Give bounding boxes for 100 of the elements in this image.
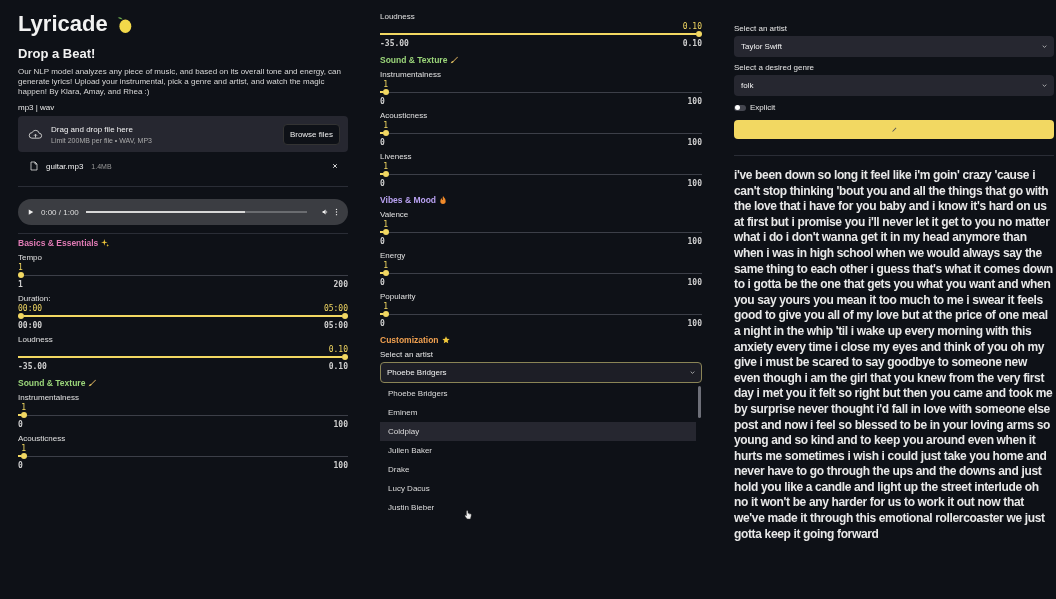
slider-max: 100 [687,278,702,287]
slider-thumb[interactable] [21,412,28,418]
section-heading: Basics & Essentials [18,238,99,248]
slider-min: -35.00 [18,362,47,371]
section-heading: Sound & Texture [18,378,86,388]
close-icon[interactable] [332,163,338,169]
slider-label: Loudness [380,12,416,21]
slider-thumb[interactable] [342,313,348,319]
slider-value: 1 [383,261,388,270]
slider-track[interactable] [18,354,348,360]
slider-thumb[interactable] [18,313,24,319]
select-label: Select an artist [734,24,788,33]
select-value: Phoebe Bridgers [387,368,447,377]
scrollbar[interactable] [698,386,701,418]
slider-track[interactable] [380,171,702,177]
slider-label: Loudness [18,335,54,344]
slider-min: 0 [380,179,385,188]
dropdown-option[interactable]: Drake [380,460,696,479]
uploader-label: mp3 | wav [18,103,56,112]
sparkles-icon [101,239,110,247]
dropdown-option[interactable]: Eminem [380,403,696,422]
slider-value: 1 [18,263,23,272]
brush-icon [88,379,97,387]
pointer-cursor-icon [464,510,472,520]
slider-label: Acousticness [380,111,429,120]
slider-label: Valence [380,210,410,219]
select-value: folk [741,81,754,90]
section-heading: Sound & Texture [380,55,448,65]
slider-max: 100 [687,319,702,328]
slider-thumb[interactable] [383,229,390,235]
dropdown-option[interactable]: Lucy Dacus [380,479,696,498]
dropdown-select[interactable]: folk [734,75,1054,96]
slider-value: 0.10 [328,345,348,354]
slider-min: 0 [18,461,23,470]
slider-min: -35.00 [380,39,409,48]
slider-min: 0 [18,420,23,429]
slider-thumb[interactable] [342,354,348,360]
slider-label: Energy [380,251,407,260]
slider-end-value: 05:00 [323,304,348,313]
slider-thumb[interactable] [21,453,28,459]
slider-track[interactable] [18,272,348,278]
brush-icon [450,56,459,64]
slider-thumb[interactable] [383,171,390,177]
star-icon [441,336,450,344]
slider-max: 100 [333,420,348,429]
slider-thumb[interactable] [696,31,702,37]
slider-track[interactable] [380,311,702,317]
slider-min: 0 [380,237,385,246]
slider-track[interactable] [380,89,702,95]
slider-thumb[interactable] [18,272,24,278]
slider-value: 1 [383,121,388,130]
slider-label: Liveness [380,152,413,161]
dropdown-select[interactable]: Taylor Swift [734,36,1054,57]
slider-thumb[interactable] [383,89,390,95]
slider-max: 100 [687,237,702,246]
slider-track[interactable] [380,31,702,37]
slider-track[interactable] [380,270,702,276]
slider-value: 1 [383,302,388,311]
lemon-icon [115,14,133,34]
slider-thumb[interactable] [383,270,390,276]
slider-track[interactable] [380,130,702,136]
dropdown-option[interactable]: Phoebe Bridgers [380,384,696,403]
slider-start-value: 00:00 [18,304,43,313]
slider-track[interactable] [380,229,702,235]
artist-select[interactable]: Phoebe Bridgers [380,362,702,383]
flame-icon [439,196,448,204]
slider-thumb[interactable] [383,311,390,317]
slider-max: 100 [687,97,702,106]
dropdown-option[interactable]: Julien Baker [380,441,696,460]
explicit-toggle[interactable] [734,104,746,111]
slider-thumb[interactable] [383,130,390,136]
select-label: Select a desired genre [734,63,816,72]
section-heading: Vibes & Mood [380,195,437,205]
page-subtitle: Drop a Beat! [18,46,97,61]
slider-max: 200 [333,280,348,289]
slider-min: 0 [380,97,385,106]
select-label: Select an artist [380,350,434,359]
browse-files-button[interactable]: Browse files [282,123,340,145]
app-title: Lyricade [18,11,108,37]
slider-max: 0.10 [682,39,702,48]
dropdown-option[interactable]: Justin Bieber [380,498,696,517]
volume-icon[interactable] [322,209,328,215]
chevron-down-icon [1042,84,1047,87]
slider-track[interactable] [18,453,348,459]
slider-track[interactable] [18,313,348,319]
slider-label: Popularity [380,292,417,301]
slider-value: 1 [21,403,27,412]
slider-label: Duration: [18,294,52,303]
slider-min: 0 [380,138,385,147]
play-icon[interactable] [28,209,34,215]
slider-min: 0 [380,319,385,328]
slider-label: Instrumentalness [380,70,442,79]
audio-player[interactable]: 0:00 / 1:00 [18,199,348,225]
dropdown-option[interactable]: Coldplay [380,422,696,441]
slider-label: Acousticness [18,434,67,443]
more-icon[interactable] [335,208,338,216]
slider-value: 1 [383,80,388,89]
playback-time: 0:00 / 1:00 [41,207,79,217]
slider-track[interactable] [18,412,348,418]
slider-min: 00:00 [18,321,43,330]
